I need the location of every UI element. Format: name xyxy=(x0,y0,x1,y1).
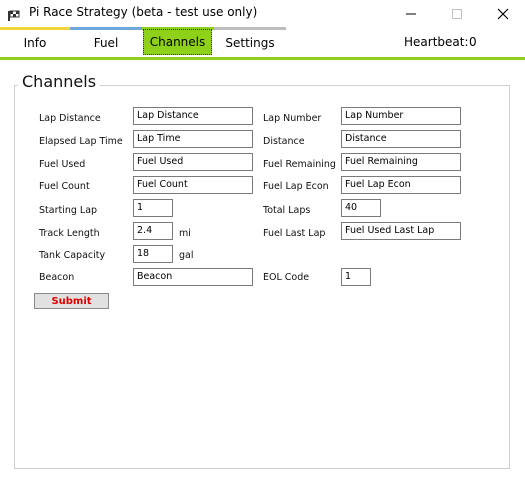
tank-capacity-label: Tank Capacity xyxy=(39,250,106,261)
minimize-icon xyxy=(406,13,416,14)
fuel-lap-econ-field[interactable]: Fuel Lap Econ xyxy=(341,176,461,194)
fuel-last-lap-field[interactable]: Fuel Used Last Lap xyxy=(341,222,461,240)
lap-number-label: Lap Number xyxy=(263,113,322,124)
heartbeat-label: Heartbeat: xyxy=(404,35,469,49)
fuel-lap-econ-label: Fuel Lap Econ xyxy=(263,181,329,192)
beacon-field[interactable]: Beacon xyxy=(133,268,253,286)
tank-capacity-unit: gal xyxy=(179,250,194,261)
close-button[interactable] xyxy=(480,0,525,27)
total-laps-field[interactable]: 40 xyxy=(341,199,381,217)
title-bar: Pi Race Strategy (beta - test use only) xyxy=(0,0,525,27)
eol-code-field[interactable]: 1 xyxy=(341,268,371,286)
close-icon xyxy=(497,8,509,19)
distance-field[interactable]: Distance xyxy=(341,130,461,148)
elapsed-lap-time-label: Elapsed Lap Time xyxy=(39,136,123,147)
tab-divider xyxy=(0,57,525,60)
starting-lap-label: Starting Lap xyxy=(39,205,98,216)
tab-info[interactable]: Info xyxy=(0,30,70,56)
track-length-label: Track Length xyxy=(39,228,100,239)
lap-distance-label: Lap Distance xyxy=(39,113,101,124)
window-title: Pi Race Strategy (beta - test use only) xyxy=(29,5,258,19)
maximize-button[interactable] xyxy=(434,0,480,27)
fuel-count-field[interactable]: Fuel Count xyxy=(133,176,253,194)
track-length-unit: mi xyxy=(179,228,191,239)
tab-bar: Info Fuel Channels Settings Heartbeat: 0 xyxy=(0,27,525,58)
tab-settings[interactable]: Settings xyxy=(214,30,286,56)
beacon-label: Beacon xyxy=(39,272,75,283)
app-flag-icon xyxy=(7,7,21,21)
total-laps-label: Total Laps xyxy=(263,205,311,216)
fuel-last-lap-label: Fuel Last Lap xyxy=(263,228,326,239)
channels-group-title: Channels xyxy=(18,72,101,91)
fuel-used-field[interactable]: Fuel Used xyxy=(133,153,253,171)
elapsed-lap-time-field[interactable]: Lap Time xyxy=(133,130,253,148)
eol-code-label: EOL Code xyxy=(263,272,310,283)
tab-fuel[interactable]: Fuel xyxy=(70,30,142,56)
tab-channels[interactable]: Channels xyxy=(143,29,212,55)
lap-distance-field[interactable]: Lap Distance xyxy=(133,107,253,125)
fuel-count-label: Fuel Count xyxy=(39,181,90,192)
fuel-remaining-label: Fuel Remaining xyxy=(263,159,336,170)
distance-label: Distance xyxy=(263,136,305,147)
lap-number-field[interactable]: Lap Number xyxy=(341,107,461,125)
tank-capacity-field[interactable]: 18 xyxy=(133,245,173,263)
fuel-remaining-field[interactable]: Fuel Remaining xyxy=(341,153,461,171)
starting-lap-field[interactable]: 1 xyxy=(133,199,173,217)
fuel-used-label: Fuel Used xyxy=(39,159,86,170)
minimize-button[interactable] xyxy=(388,0,434,27)
heartbeat-value: 0 xyxy=(469,35,477,49)
maximize-icon xyxy=(452,8,462,19)
track-length-field[interactable]: 2.4 xyxy=(133,222,173,240)
submit-button[interactable]: Submit xyxy=(34,293,109,309)
